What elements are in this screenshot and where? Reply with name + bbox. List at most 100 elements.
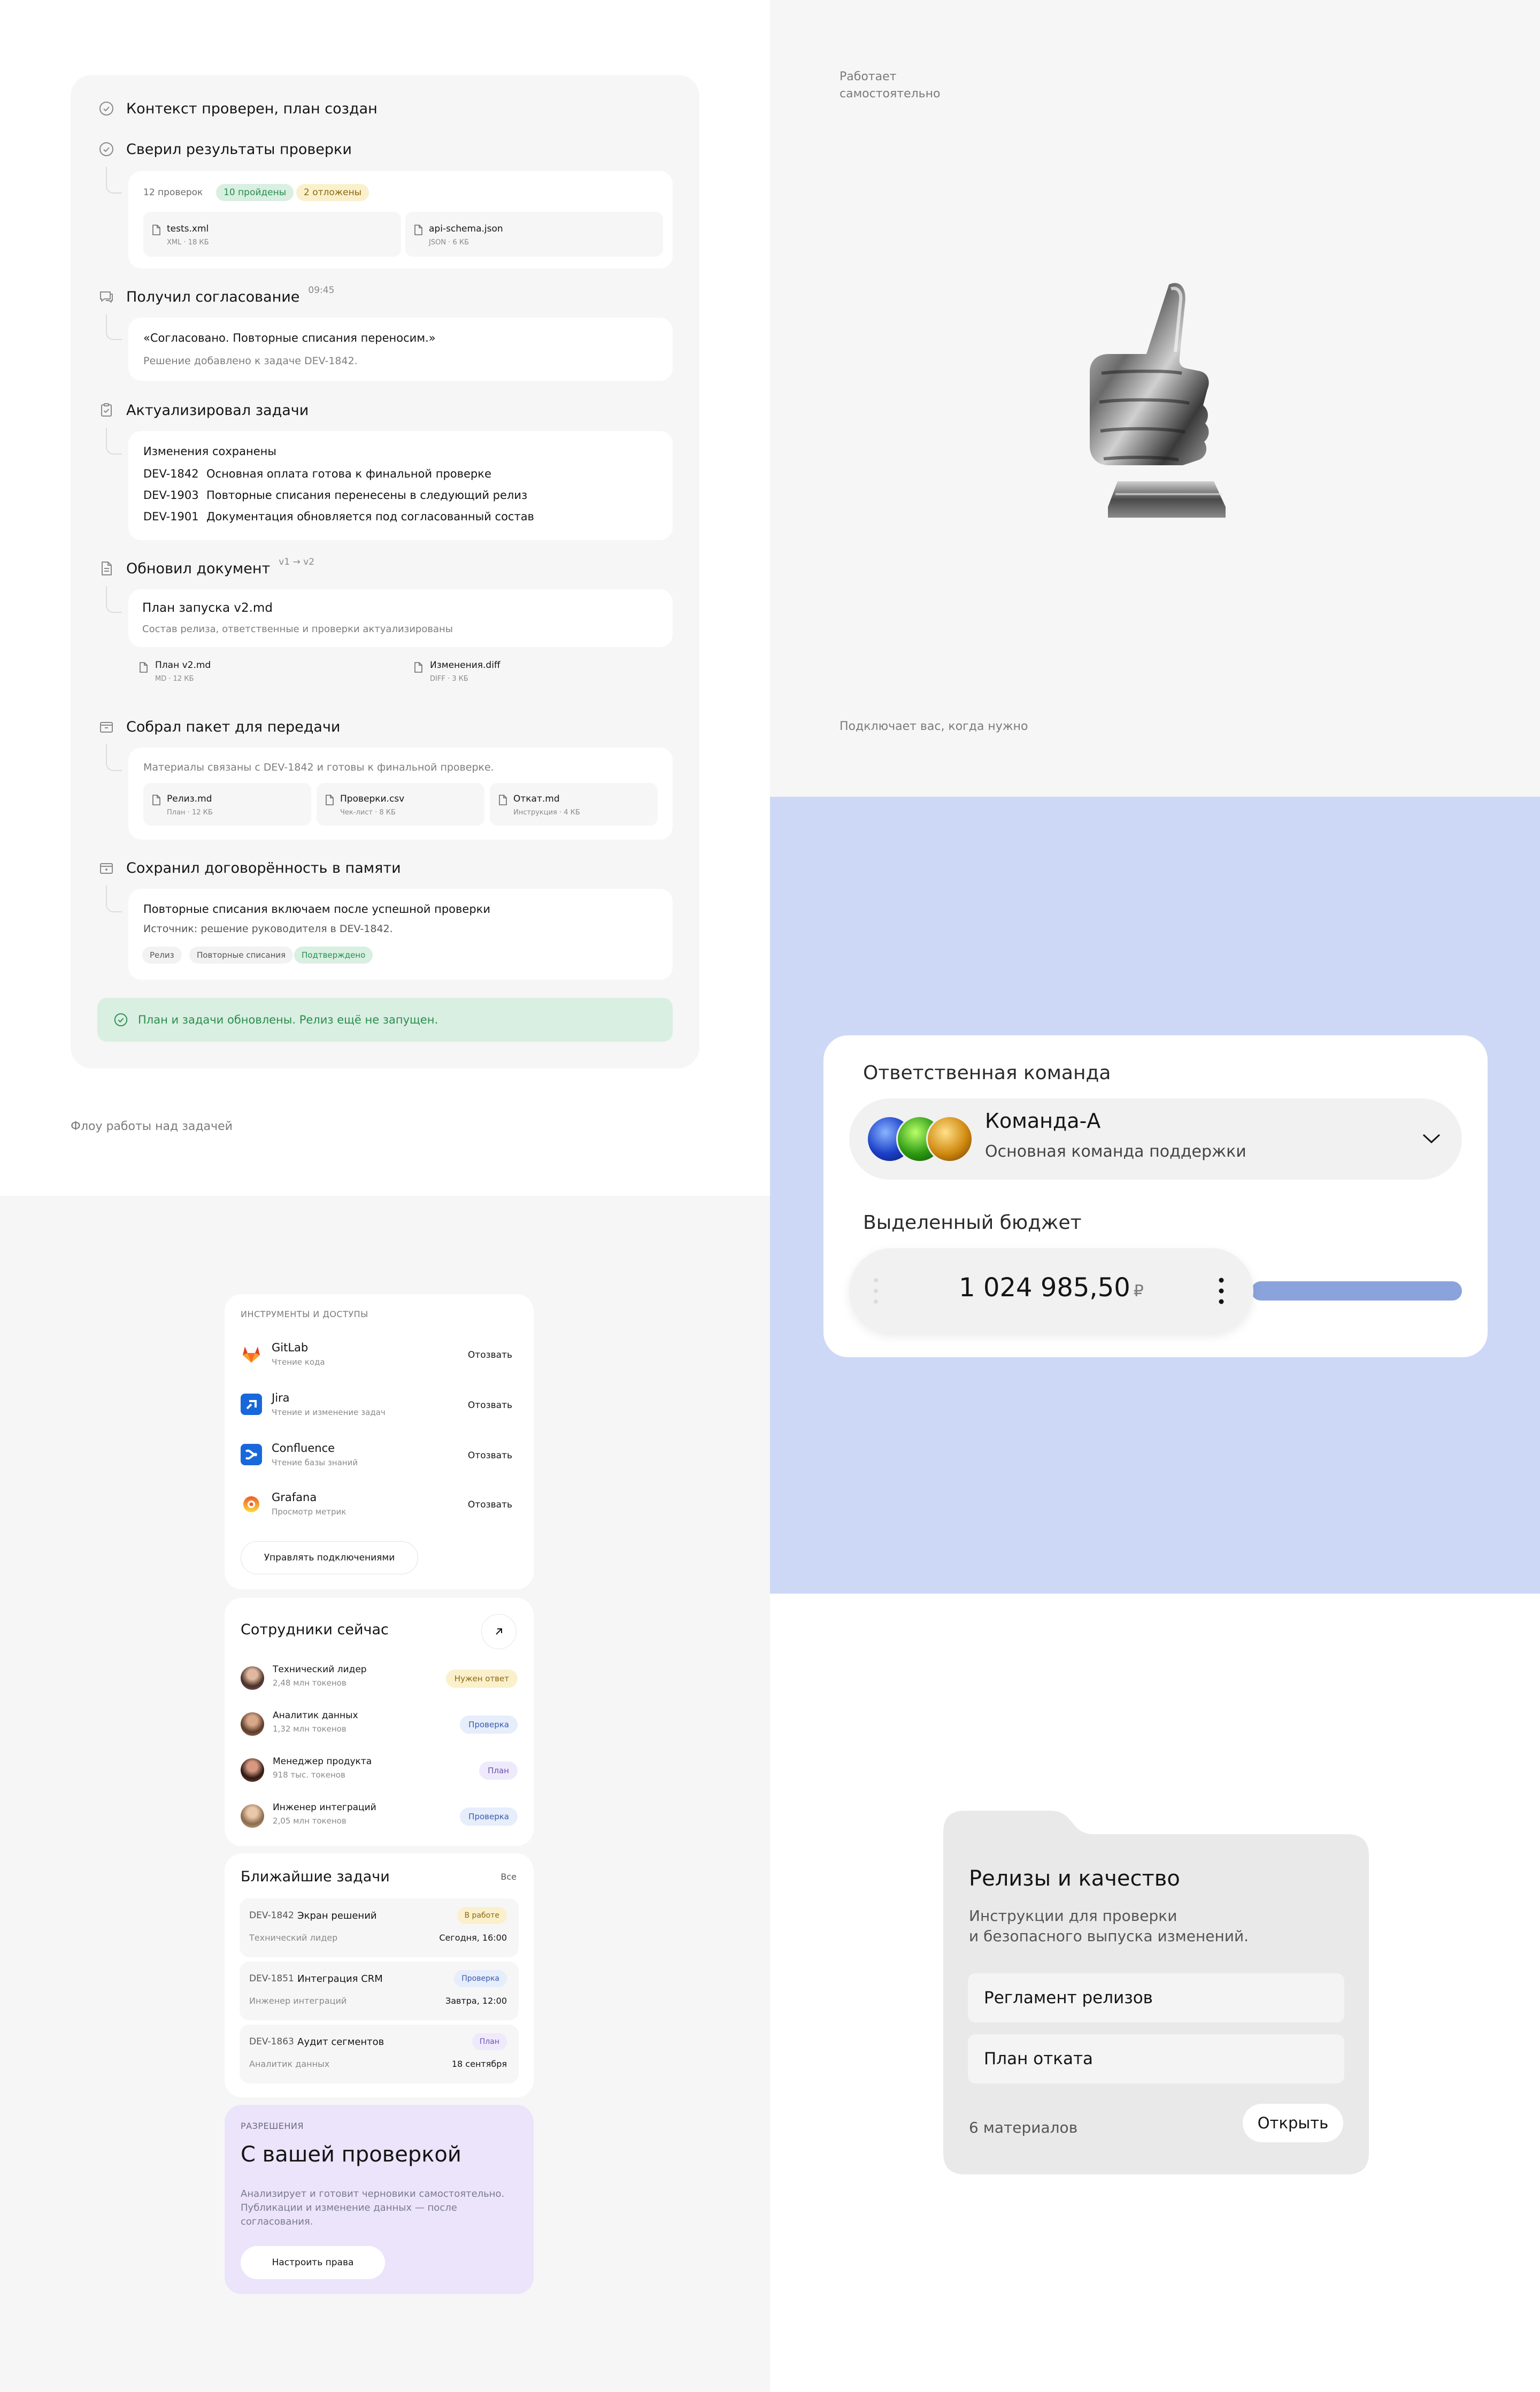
upcoming-tasks-card: Ближайшие задачи Все DEV-1842 Экран реше… (225, 1853, 534, 2097)
success-banner: План и задачи обновлены. Релиз ещё не за… (97, 998, 673, 1042)
file-icon (498, 795, 507, 805)
tool-name: Grafana (272, 1491, 317, 1504)
tool-desc: Просмотр метрик (272, 1507, 346, 1517)
employee-role: Инженер интеграций (273, 1802, 376, 1813)
task-person: Аналитик данных (249, 2059, 330, 2069)
all-tasks-link[interactable]: Все (500, 1872, 517, 1882)
connector-line (106, 744, 122, 771)
file-tests-xml[interactable]: tests.xml XML · 18 КБ (143, 212, 401, 257)
file-api-schema[interactable]: api-schema.json JSON · 6 КБ (405, 212, 663, 257)
tool-desc: Чтение кода (272, 1357, 325, 1367)
tool-name: Jira (272, 1391, 290, 1404)
flow-caption: Флоу работы над задачей (71, 1120, 233, 1133)
file-name: tests.xml (167, 224, 209, 234)
task-item[interactable]: DEV-1863 Аудит сегментов Аналитик данных… (240, 2025, 519, 2083)
employee-tokens: 918 тыс. токенов (273, 1770, 345, 1780)
memory-source: Источник: решение руководителя в DEV-184… (143, 923, 393, 935)
file-name: План v2.md (155, 660, 211, 671)
folder-count: 6 материалов (969, 2119, 1078, 2136)
task-item[interactable]: DEV-1851 Интеграция CRM Инженер интеграц… (240, 1962, 519, 2020)
permissions-desc-line: Анализирует и готовит черновики самостоя… (241, 2188, 505, 2199)
file-name: Изменения.diff (430, 660, 500, 671)
task-due: Сегодня, 16:00 (439, 1933, 507, 1943)
permissions-card: РАЗРЕШЕНИЯ С вашей проверкой Анализирует… (225, 2105, 534, 2294)
file-name: Откат.md (513, 794, 560, 804)
document-card[interactable]: План запуска v2.md Состав релиза, ответс… (128, 589, 673, 647)
step-title: Сохранил договорённость в памяти (126, 859, 401, 876)
folder-title: Релизы и качество (969, 1866, 1180, 1891)
check-circle-icon (113, 1012, 128, 1027)
checks-total: 12 проверок (143, 187, 203, 198)
connects-caption: Подключает вас, когда нужно (840, 720, 1028, 733)
approval-note: Решение добавлено к задаче DEV-1842. (143, 355, 358, 367)
employee-role: Технический лидер (273, 1664, 367, 1675)
step-document-updated: Обновил документ v1 → v2 (97, 557, 314, 578)
approval-card: «Согласовано. Повторные списания перенос… (128, 318, 673, 381)
check-circle-icon (97, 99, 116, 118)
budget-slider-handle[interactable]: 1 024 985,50 ₽ (849, 1248, 1253, 1334)
document-desc: Состав релиза, ответственные и проверки … (142, 624, 453, 635)
folder-item-release-rules[interactable]: Регламент релизов (968, 1973, 1344, 2022)
team-select[interactable]: Команда-А Основная команда поддержки (849, 1098, 1462, 1180)
releases-folder: Релизы и качество Инструкции для проверк… (943, 1811, 1369, 2174)
employee-tokens: 1,32 млн токенов (273, 1724, 346, 1734)
memory-tag: Релиз (142, 947, 182, 964)
step-memory: Сохранил договорённость в памяти (97, 859, 401, 877)
file-rollback-md[interactable]: Откат.md Инструкция · 4 КБ (490, 783, 658, 826)
avatar (241, 1758, 264, 1782)
package-desc: Материалы связаны с DEV-1842 и готовы к … (143, 762, 494, 773)
avatar (241, 1804, 264, 1828)
task-name: Аудит сегментов (297, 2036, 384, 2048)
file-checks-csv[interactable]: Проверки.csv Чек-лист · 8 КБ (317, 783, 484, 826)
employee-role: Менеджер продукта (273, 1756, 372, 1767)
budget-amount: 1 024 985,50 ₽ (959, 1273, 1144, 1303)
manage-connections-button[interactable]: Управлять подключениями (241, 1541, 418, 1574)
section-title: Ближайшие задачи (241, 1868, 390, 1885)
folder-item-rollback-plan[interactable]: План отката (968, 2034, 1344, 2083)
status-badge: Нужен ответ (445, 1670, 518, 1688)
status-badge: Проверка (454, 1970, 507, 1987)
works-alone-caption: Работает самостоятельно (840, 70, 941, 101)
checks-postponed-badge: 2 отложены (296, 184, 369, 201)
step-context-checked: Контекст проверен, план создан (97, 99, 378, 118)
file-icon (414, 225, 422, 235)
memory-card: Повторные списания включаем после успешн… (128, 889, 673, 980)
revoke-button[interactable]: Отозвать (468, 1350, 512, 1360)
file-name: Релиз.md (167, 794, 212, 804)
step-time: 09:45 (308, 285, 335, 296)
gitlab-icon (241, 1343, 262, 1365)
revoke-button[interactable]: Отозвать (468, 1499, 512, 1510)
file-plan-v2[interactable]: План v2.md MD · 12 КБ (139, 659, 299, 691)
file-changes-diff[interactable]: Изменения.diff DIFF · 3 КБ (414, 659, 574, 691)
connector-line (106, 314, 122, 340)
arrow-up-right-icon[interactable] (481, 1614, 517, 1649)
file-name: api-schema.json (429, 224, 503, 234)
change-row: DEV-1842 Основная оплата готова к финальн… (143, 467, 491, 480)
task-item[interactable]: DEV-1842 Экран решений Технический лидер… (240, 1898, 519, 1957)
open-button[interactable]: Открыть (1243, 2104, 1343, 2142)
tool-desc: Чтение базы знаний (272, 1458, 358, 1467)
team-budget-card: Ответственная команда Команда-А Основная… (823, 1035, 1488, 1357)
chat-bubble-icon (97, 288, 116, 306)
tool-name: GitLab (272, 1341, 309, 1354)
task-flow-timeline: Контекст проверен, план создан Сверил ре… (71, 75, 699, 1068)
chevron-down-icon (1421, 1132, 1442, 1145)
more-vertical-icon[interactable] (1218, 1276, 1225, 1306)
revoke-button[interactable]: Отозвать (468, 1400, 512, 1411)
check-circle-icon (97, 140, 116, 158)
budget-slider-track[interactable] (1251, 1281, 1462, 1301)
package-card: Материалы связаны с DEV-1842 и готовы к … (128, 748, 673, 840)
task-due: Завтра, 12:00 (445, 1996, 507, 2006)
status-badge: План (479, 1762, 518, 1780)
step-title: Сверил результаты проверки (126, 141, 352, 158)
permissions-title: С вашей проверкой (241, 2142, 461, 2167)
memory-tag: Повторные списания (189, 947, 294, 964)
team-desc: Основная команда поддержки (985, 1142, 1246, 1161)
configure-rights-button[interactable]: Настроить права (241, 2246, 385, 2279)
file-release-md[interactable]: Релиз.md План · 12 КБ (143, 783, 311, 826)
avatar (926, 1116, 973, 1163)
revoke-button[interactable]: Отозвать (468, 1450, 512, 1461)
file-name: Проверки.csv (340, 794, 405, 804)
file-icon (325, 795, 334, 805)
memory-confirmed-tag: Подтверждено (294, 947, 373, 964)
